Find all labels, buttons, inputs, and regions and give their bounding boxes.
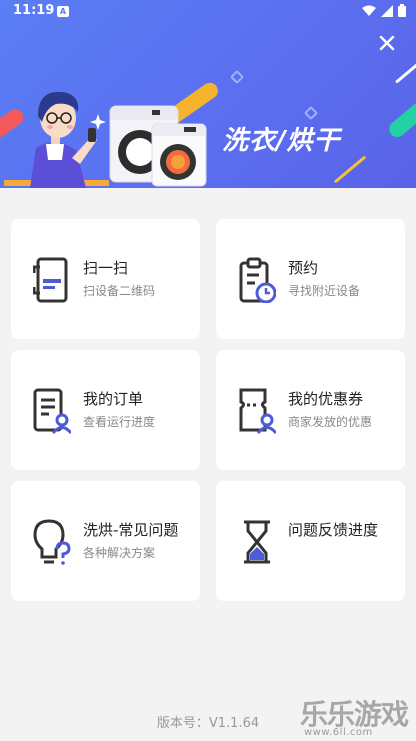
- card-title: 扫一扫: [83, 259, 129, 277]
- decor-diamond: [229, 69, 245, 85]
- banner-title: 洗衣/烘干: [222, 126, 341, 156]
- faq-card[interactable]: 洗烘-常见问题 各种解决方案: [11, 481, 200, 601]
- battery-icon: [398, 4, 406, 17]
- feedback-progress-card[interactable]: 问题反馈进度: [216, 481, 405, 601]
- card-title: 我的订单: [83, 390, 144, 408]
- clipboard-clock-icon: [239, 257, 276, 303]
- status-icons: [362, 4, 406, 17]
- card-subtitle: 查看运行进度: [83, 415, 156, 429]
- decor-diamond-2: [303, 105, 319, 121]
- close-button[interactable]: [376, 32, 398, 54]
- card-title: 我的优惠券: [288, 390, 364, 408]
- wifi-icon: [362, 5, 376, 16]
- card-title: 预约: [288, 259, 319, 277]
- card-title: 洗烘-常见问题: [83, 521, 179, 539]
- lightbulb-question-icon: [33, 519, 71, 565]
- coupon-user-icon: [239, 388, 276, 434]
- decor-line-yellow: [333, 155, 367, 184]
- app-notification-icon: A: [57, 6, 69, 17]
- decor-stripe-teal: [386, 99, 416, 141]
- hourglass-icon: [244, 520, 270, 564]
- coupons-card[interactable]: 我的优惠券 商家发放的优惠: [216, 350, 405, 470]
- laundry-illustration: [4, 91, 207, 188]
- card-subtitle: 扫设备二维码: [83, 284, 156, 298]
- card-title: 问题反馈进度: [288, 521, 379, 539]
- scan-card[interactable]: 扫一扫 扫设备二维码: [11, 219, 200, 339]
- site-watermark: 乐乐游戏 www.6ll.com: [300, 693, 416, 741]
- card-subtitle: 寻找附近设备: [288, 284, 361, 298]
- close-icon: [379, 35, 395, 51]
- watermark-url: www.6ll.com: [304, 727, 373, 738]
- decor-line-white: [395, 59, 416, 84]
- signal-icon: [381, 4, 393, 17]
- orders-card[interactable]: 我的订单 查看运行进度: [11, 350, 200, 470]
- order-user-icon: [33, 388, 71, 434]
- status-bar: 11:19 A: [0, 0, 416, 24]
- card-subtitle: 商家发放的优惠: [288, 415, 373, 429]
- card-subtitle: 各种解决方案: [83, 546, 156, 560]
- reserve-card[interactable]: 预约 寻找附近设备: [216, 219, 405, 339]
- status-time: 11:19: [13, 3, 55, 18]
- scan-phone-icon: [33, 257, 68, 303]
- header-banner: 11:19 A 洗衣/烘干: [0, 0, 416, 188]
